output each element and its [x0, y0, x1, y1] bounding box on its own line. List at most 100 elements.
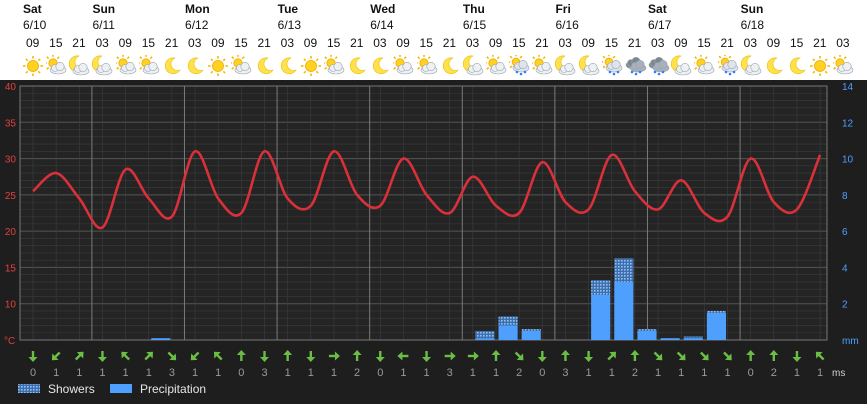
hour-label: 15	[604, 36, 619, 50]
hour-label: 21	[535, 36, 549, 50]
day-name: Wed	[370, 2, 396, 16]
weather-sun-icon	[300, 55, 323, 82]
weather-sun-cloud-icon	[229, 54, 253, 82]
wind-speed: 1	[331, 367, 337, 379]
wind-arrow-icon	[167, 351, 177, 361]
wind-arrow-icon	[699, 351, 709, 361]
day-date: 6/11	[92, 18, 115, 32]
wind-arrow-icon	[560, 350, 570, 361]
right-axis-tick: 2	[842, 300, 848, 311]
wind-unit: ms	[832, 368, 845, 379]
wind-arrow-icon	[746, 350, 756, 361]
day-name: Tue	[277, 2, 299, 16]
hour-label: 21	[813, 36, 827, 50]
hour-label: 15	[49, 36, 63, 50]
right-axis-tick: 4	[842, 263, 848, 274]
wind-speed: 1	[146, 367, 152, 379]
forecast-chart: 40353025201510°C1412108642mm0 1 1 1 1 1 3 1 1 0 3 1…	[4, 82, 859, 396]
wind-speed: 0	[238, 367, 244, 379]
left-axis-tick: 25	[5, 191, 17, 202]
wind-arrow-icon	[74, 351, 84, 361]
wind-speed: 1	[215, 367, 221, 379]
wind-speed: 1	[123, 367, 129, 379]
wind-arrow-icon	[607, 351, 616, 361]
showers-bar	[498, 316, 518, 326]
hour-label: 21	[442, 36, 457, 50]
wind-arrow-icon	[467, 351, 479, 361]
wind-speed: 1	[76, 367, 82, 379]
wind-speed: 2	[632, 367, 638, 379]
wind-speed: 0	[30, 367, 36, 379]
legend-label-showers: Showers	[48, 382, 95, 396]
showers-bar	[475, 330, 495, 339]
wind-speed: 3	[261, 367, 267, 379]
right-axis-tick: 12	[842, 118, 854, 129]
wind-arrow-icon	[537, 351, 547, 362]
day-date: 6/12	[185, 18, 209, 32]
wind-arrow-icon	[514, 351, 524, 361]
hour-label: 03	[95, 36, 109, 50]
hour-label: 21	[720, 36, 734, 50]
showers-bar	[521, 329, 541, 331]
left-axis-tick: 40	[5, 82, 17, 93]
day-name: Thu	[462, 2, 485, 16]
wind-arrow-icon	[630, 350, 640, 361]
weather-moon-cloud-icon	[92, 55, 114, 82]
wind-speed: 1	[817, 367, 823, 379]
weather-sun-cloud-icon	[44, 54, 68, 82]
weather-sun-cloud-icon	[137, 54, 161, 82]
wind-arrow-icon	[283, 350, 293, 361]
wind-arrow-icon	[584, 351, 594, 362]
hour-label: 03	[836, 36, 850, 50]
weather-sun-cloud-icon	[414, 54, 439, 82]
wind-speed: 1	[99, 367, 105, 379]
wind-speed: 1	[794, 367, 800, 379]
right-axis-unit: mm	[842, 336, 859, 347]
weather-moon-cloud-icon	[671, 55, 693, 82]
precipitation-bar	[706, 312, 726, 340]
hour-label: 03	[280, 36, 294, 50]
wind-arrow-icon	[422, 351, 432, 362]
wind-speed: 0	[377, 367, 383, 379]
weather-sun-cloud-icon	[831, 54, 855, 82]
wind-speed: 3	[562, 367, 568, 379]
weather-sun-icon	[810, 55, 832, 82]
wind-arrow-icon	[260, 351, 269, 362]
wind-speed: 1	[400, 367, 406, 379]
hour-label: 15	[326, 36, 341, 50]
hour-label: 09	[489, 36, 503, 50]
weather-moon-icon	[347, 55, 369, 82]
precipitation-bar	[660, 338, 680, 340]
wind-speed: 0	[539, 367, 545, 379]
precipitation-bar	[521, 330, 541, 340]
weather-moon-icon	[255, 55, 277, 82]
left-axis-tick: 10	[5, 300, 17, 311]
wind-arrow-icon	[444, 351, 456, 361]
weather-moon-icon	[764, 55, 786, 82]
weather-moon-cloud-icon	[555, 55, 577, 82]
showers-bar	[683, 336, 703, 339]
weather-sun-cloud-icon	[391, 54, 415, 82]
wind-speed: 1	[655, 367, 661, 379]
hour-label: 15	[141, 36, 156, 50]
precipitation-bar	[475, 338, 495, 340]
left-axis-tick: 35	[5, 118, 17, 129]
hour-label: 09	[396, 36, 410, 50]
day-date: 6/14	[370, 18, 394, 32]
weather-moon-cloud-icon	[462, 55, 485, 82]
day-date: 6/10	[23, 18, 47, 32]
day-name: Sun	[92, 2, 116, 16]
weather-sun-cloud-icon	[484, 54, 508, 82]
wind-arrow-icon	[676, 351, 686, 361]
showers-bar	[706, 310, 726, 313]
right-axis-tick: 6	[842, 227, 848, 238]
hour-label: 21	[164, 36, 179, 50]
wind-speed: 1	[724, 367, 730, 379]
day-date: 6/17	[648, 18, 672, 32]
chart-panel: 40 35 30 25 20 15 10 °C 14 12 10 8 6 4 2 mm 0 1 1 1 1 1 3 1 1 0 3 1…	[0, 80, 867, 404]
hour-label: 09	[581, 36, 595, 50]
wind-speed: 1	[308, 367, 314, 379]
hour-label: 03	[373, 36, 387, 50]
hour-label: 15	[789, 36, 804, 50]
weather-moon-icon	[370, 55, 392, 82]
